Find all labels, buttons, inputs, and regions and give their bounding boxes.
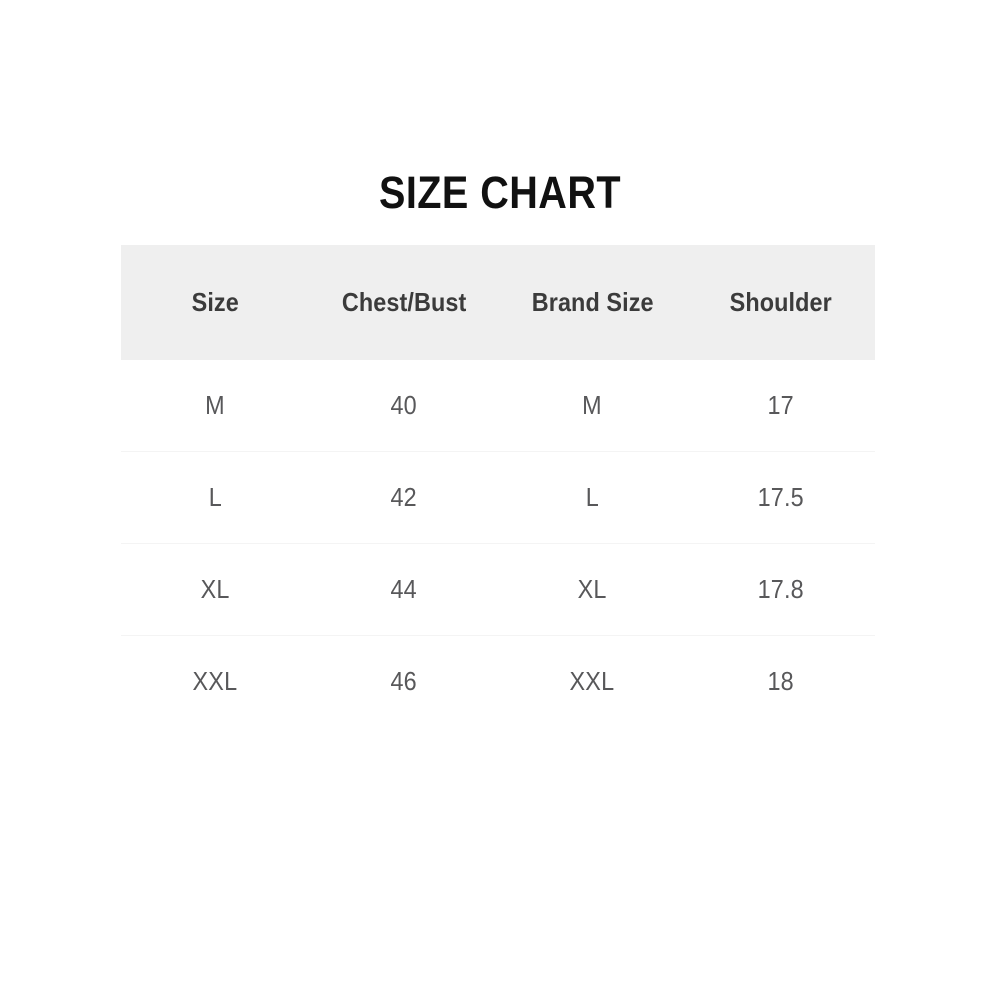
column-header-size-label: Size xyxy=(191,287,239,317)
table-row: XL 44 XL 17.8 xyxy=(121,543,875,636)
cell-shoulder: 17 xyxy=(686,360,875,452)
page-title: SIZE CHART xyxy=(379,167,621,218)
size-chart-table: Size Chest/Bust Brand Size Shoulder M 40… xyxy=(121,245,875,727)
cell-size-value: L xyxy=(208,482,222,512)
table-row: M 40 M 17 xyxy=(121,360,875,452)
column-header-brand-size: Brand Size xyxy=(498,245,687,360)
column-header-shoulder-label: Shoulder xyxy=(729,287,832,317)
cell-chest-bust-value: 40 xyxy=(390,390,417,420)
cell-chest-bust: 44 xyxy=(309,543,498,636)
column-header-chest-bust: Chest/Bust xyxy=(310,245,499,360)
cell-shoulder: 18 xyxy=(687,636,876,728)
cell-brand-size-value: L xyxy=(585,482,599,512)
cell-brand-size: XXL xyxy=(498,636,687,728)
cell-brand-size-value: XL xyxy=(577,574,607,604)
cell-shoulder-value: 18 xyxy=(767,666,794,696)
cell-size: XL xyxy=(121,543,310,636)
cell-shoulder: 17.8 xyxy=(686,543,875,636)
table-row: L 42 L 17.5 xyxy=(121,451,875,544)
cell-brand-size-value: XXL xyxy=(569,666,615,696)
cell-chest-bust-value: 42 xyxy=(390,482,417,512)
cell-size: XXL xyxy=(121,636,310,728)
cell-size-value: XXL xyxy=(192,666,238,696)
table-header: Size Chest/Bust Brand Size Shoulder xyxy=(121,245,875,360)
table-header-row: Size Chest/Bust Brand Size Shoulder xyxy=(121,245,875,360)
cell-brand-size: M xyxy=(498,360,687,452)
table-row: XXL 46 XXL 18 xyxy=(121,636,875,728)
cell-chest-bust: 42 xyxy=(309,451,498,544)
cell-chest-bust: 40 xyxy=(309,360,498,452)
cell-shoulder-value: 17 xyxy=(767,390,794,420)
column-header-size: Size xyxy=(121,245,310,360)
column-header-brand-size-label: Brand Size xyxy=(531,287,654,317)
column-header-chest-bust-label: Chest/Bust xyxy=(341,287,466,317)
cell-chest-bust: 46 xyxy=(310,636,499,728)
cell-size-value: XL xyxy=(200,574,230,604)
cell-brand-size: L xyxy=(498,451,687,544)
table-body: M 40 M 17 L 42 L 17.5 XL 44 XL 17.8 XXL … xyxy=(121,360,875,727)
cell-brand-size: XL xyxy=(498,543,687,636)
cell-chest-bust-value: 46 xyxy=(390,666,417,696)
cell-shoulder: 17.5 xyxy=(686,451,875,544)
column-header-shoulder: Shoulder xyxy=(687,245,876,360)
cell-size-value: M xyxy=(205,390,226,420)
cell-shoulder-value: 17.5 xyxy=(757,482,804,512)
cell-shoulder-value: 17.8 xyxy=(757,574,804,604)
cell-chest-bust-value: 44 xyxy=(390,574,417,604)
size-chart-page: SIZE CHART Size Chest/Bust Brand Size Sh… xyxy=(0,0,1000,1000)
cell-size: M xyxy=(121,360,310,452)
cell-size: L xyxy=(121,451,310,544)
cell-brand-size-value: M xyxy=(582,390,603,420)
